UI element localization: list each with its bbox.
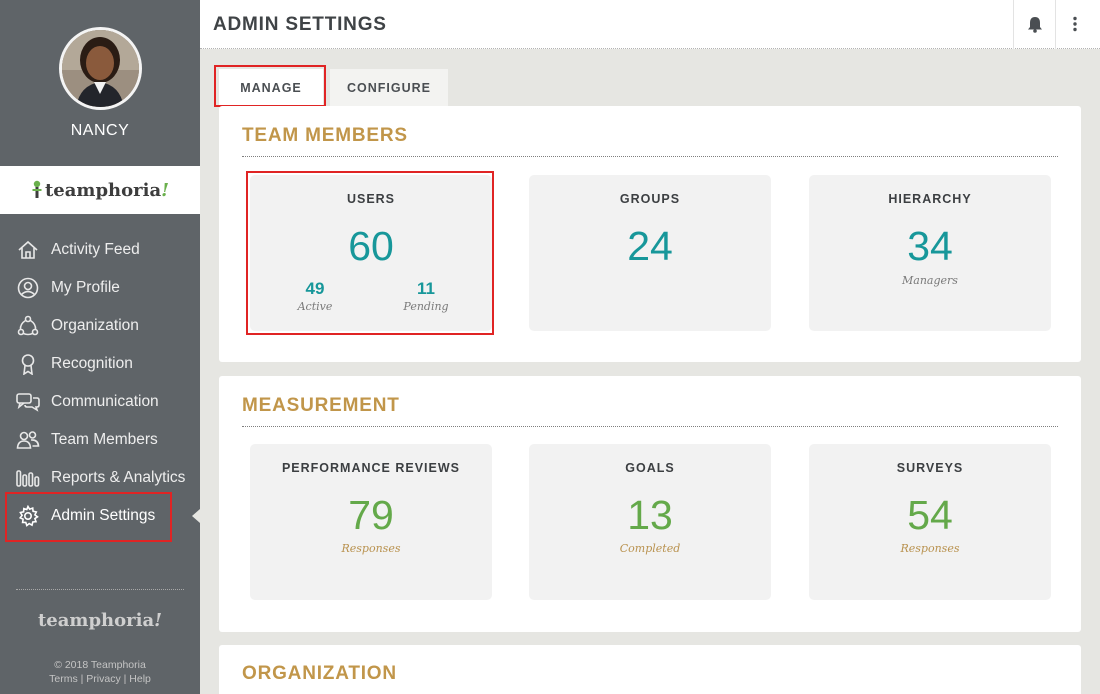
- sidebar-item-label: Activity Feed: [51, 241, 140, 258]
- sidebar-item-recognition[interactable]: Recognition: [0, 345, 200, 383]
- active-users-count: 49: [305, 279, 325, 298]
- stat-value: 79: [348, 492, 394, 538]
- stat-label: GOALS: [625, 461, 675, 475]
- avatar[interactable]: [59, 27, 142, 110]
- help-link[interactable]: Help: [129, 673, 151, 685]
- sidebar-item-label: Recognition: [51, 355, 133, 372]
- brand-logo-text: teamphoria!: [44, 179, 170, 201]
- stat-value: 60: [348, 223, 394, 269]
- more-vertical-icon[interactable]: [1064, 13, 1086, 35]
- section-divider: [242, 156, 1058, 157]
- sidebar-item-label: My Profile: [51, 279, 120, 296]
- organization-card: ORGANIZATION: [219, 645, 1081, 694]
- stat-label: SURVEYS: [896, 461, 964, 475]
- sidebar-item-organization[interactable]: Organization: [0, 307, 200, 345]
- stat-label: GROUPS: [619, 192, 681, 206]
- sidebar-item-admin-settings[interactable]: Admin Settings: [0, 497, 200, 535]
- page-header: ADMIN SETTINGS: [200, 0, 1100, 49]
- section-title: TEAM MEMBERS: [242, 125, 408, 146]
- pending-users-label: Pending: [403, 300, 449, 313]
- privacy-link[interactable]: Privacy: [86, 673, 120, 685]
- page-title: ADMIN SETTINGS: [213, 14, 387, 35]
- stat-sublabel: Responses: [900, 542, 960, 555]
- logo-figure-icon: [32, 180, 42, 198]
- profile-icon: [16, 277, 40, 299]
- sidebar-item-label: Communication: [51, 393, 159, 410]
- header-separator: [1013, 0, 1014, 49]
- measurement-card: MEASUREMENT PERFORMANCE REVIEWS 79 Respo…: [219, 376, 1081, 632]
- stat-sublabel: Completed: [619, 542, 681, 555]
- performance-reviews-tile[interactable]: PERFORMANCE REVIEWS 79 Responses: [250, 444, 492, 600]
- stat-label: PERFORMANCE REVIEWS: [281, 461, 461, 475]
- sidebar-item-reports-analytics[interactable]: Reports & Analytics: [0, 459, 200, 497]
- terms-link[interactable]: Terms: [49, 673, 78, 685]
- footer-link-separator: |: [77, 673, 87, 685]
- stat-value: 13: [627, 492, 673, 538]
- sidebar-footer-logo: teamphoria!: [37, 610, 163, 631]
- groups-tile[interactable]: GROUPS 24: [529, 175, 771, 331]
- chat-icon: [16, 391, 40, 413]
- bell-icon[interactable]: [1024, 13, 1046, 35]
- active-users: 49 Active: [275, 279, 355, 313]
- header-separator: [1055, 0, 1056, 49]
- hierarchy-tile[interactable]: HIERARCHY 34 Managers: [809, 175, 1051, 331]
- footer-links: Terms | Privacy | Help: [0, 672, 200, 686]
- active-users-label: Active: [297, 300, 333, 313]
- sidebar-item-team-members[interactable]: Team Members: [0, 421, 200, 459]
- sidebar-divider: [16, 589, 184, 590]
- surveys-tile[interactable]: SURVEYS 54 Responses: [809, 444, 1051, 600]
- users-tile[interactable]: USERS 60 49 Active 11 Pending: [250, 175, 492, 331]
- stat-value: 24: [627, 223, 673, 269]
- sidebar-item-activity-feed[interactable]: Activity Feed: [0, 231, 200, 269]
- goals-tile[interactable]: GOALS 13 Completed: [529, 444, 771, 600]
- section-divider: [242, 426, 1058, 427]
- sidebar-item-label: Organization: [51, 317, 139, 334]
- section-title: MEASUREMENT: [242, 395, 400, 416]
- copyright-text: © 2018 Teamphoria: [54, 659, 146, 671]
- footer-link-separator: |: [120, 673, 130, 685]
- user-name: NANCY: [70, 122, 130, 139]
- tab-configure[interactable]: CONFIGURE: [330, 69, 448, 106]
- stat-sublabel: Managers: [902, 274, 958, 287]
- sidebar-item-label: Team Members: [51, 431, 158, 448]
- organization-icon: [16, 315, 40, 337]
- team-icon: [16, 429, 40, 451]
- avatar-photo: [62, 30, 139, 107]
- stat-label: USERS: [346, 192, 396, 206]
- stat-label: HIERARCHY: [888, 192, 972, 206]
- home-icon: [16, 239, 40, 261]
- stat-value: 54: [907, 492, 953, 538]
- team-members-card: TEAM MEMBERS USERS 60 49 Active 11 Pendi…: [219, 106, 1081, 362]
- stat-value: 34: [907, 223, 953, 269]
- bar-chart-icon: [16, 467, 40, 489]
- gear-icon: [16, 505, 40, 527]
- tab-manage[interactable]: MANAGE: [219, 69, 323, 106]
- ribbon-icon: [16, 353, 40, 375]
- stat-sublabel: Responses: [341, 542, 401, 555]
- sidebar-item-label: Reports & Analytics: [51, 469, 186, 486]
- section-title: ORGANIZATION: [242, 663, 397, 684]
- pending-users: 11 Pending: [386, 279, 466, 313]
- sidebar-item-my-profile[interactable]: My Profile: [0, 269, 200, 307]
- sidebar-item-communication[interactable]: Communication: [0, 383, 200, 421]
- sidebar-nav: Activity Feed My Profile Organization Re…: [0, 231, 200, 535]
- sidebar-item-label: Admin Settings: [51, 507, 156, 524]
- brand-logo[interactable]: teamphoria!: [0, 166, 200, 214]
- sidebar-footer: © 2018 Teamphoria Terms | Privacy | Help: [0, 658, 200, 686]
- sidebar: NANCY teamphoria! Activity Feed My Profi…: [0, 0, 200, 694]
- pending-users-count: 11: [417, 279, 435, 298]
